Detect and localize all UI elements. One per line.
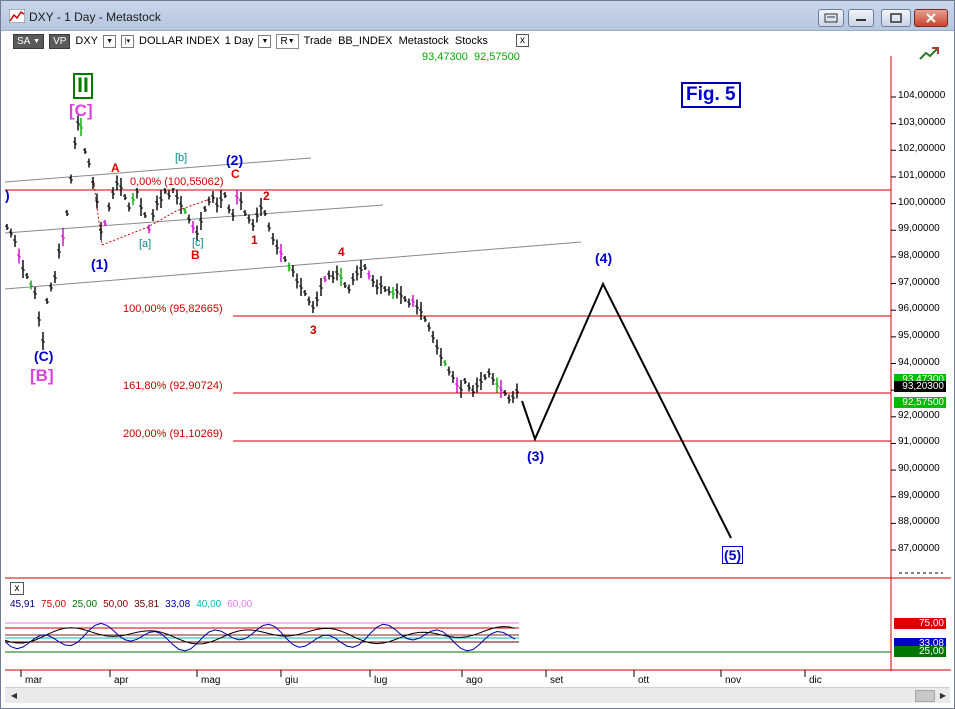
- price-tick-label: 101,00000: [898, 169, 946, 181]
- price-tick-label: 94,00000: [898, 356, 940, 368]
- scroll-right-icon[interactable]: ▶: [936, 690, 950, 702]
- wave-paren-c: (C): [34, 348, 54, 364]
- scroll-thumb[interactable]: [915, 690, 935, 702]
- price-tick-label: 89,00000: [898, 489, 940, 501]
- price-tick-label: 92,00000: [898, 409, 940, 421]
- wave-major-II: II: [73, 73, 93, 99]
- wave-5: (5): [722, 546, 744, 564]
- date-tick-label: mar: [25, 675, 43, 686]
- price-tick-label: 102,00000: [898, 143, 946, 155]
- wave-sub-b: B: [191, 248, 200, 262]
- wave-i1: 1: [251, 233, 258, 247]
- fibo-0: 0,00% (100,55062): [130, 176, 224, 188]
- wave-3: (3): [527, 448, 545, 464]
- scroll-left-icon[interactable]: ◀: [7, 690, 21, 702]
- price-tick-label: 97,00000: [898, 276, 940, 288]
- price-tick-label: 88,00000: [898, 516, 940, 528]
- indicator-value: 75,00: [41, 599, 67, 610]
- price-tick-label: 103,00000: [898, 116, 946, 128]
- date-tick-label: nov: [725, 675, 742, 686]
- date-tick-label: giu: [285, 675, 299, 686]
- wave-minor-a: [a]: [139, 238, 152, 250]
- date-tick-label: apr: [114, 675, 129, 686]
- indicator-values: 45,91 75,00 25,00 50,00 35,81 33,08 40,00 60,00: [10, 599, 258, 610]
- date-tick-label: dic: [809, 675, 822, 686]
- price-tick-label: 96,00000: [898, 303, 940, 315]
- indicator-tag: 25,00: [894, 646, 946, 657]
- price-tick-label: 95,00000: [898, 329, 940, 341]
- metastock-window: DXY - 1 Day - Metastock SA ▼ VP DXY ▼ |▾…: [0, 0, 955, 709]
- indicator-value: 35,81: [134, 599, 160, 610]
- wave-2: (2): [226, 152, 244, 168]
- indicator-value: 50,00: [103, 599, 129, 610]
- price-tick-label: 99,00000: [898, 223, 940, 235]
- wave-bracket-c: [C]: [69, 101, 93, 120]
- indicator-value: 25,00: [72, 599, 98, 610]
- date-tick-label: ott: [638, 675, 650, 686]
- wave-i3: 3: [310, 323, 317, 337]
- fibo-200: 200,00% (91,10269): [123, 428, 223, 440]
- date-tick-label: set: [550, 675, 564, 686]
- wave-bracket-b: [B]: [30, 366, 54, 385]
- wave-i2: 2: [263, 189, 270, 203]
- horizontal-scrollbar[interactable]: ◀ ▶: [5, 687, 950, 703]
- price-tick-label: 91,00000: [898, 436, 940, 448]
- wave-sub-c: C: [231, 167, 240, 181]
- indicator-value: 33,08: [165, 599, 191, 610]
- price-tag: 92,57500: [894, 397, 946, 408]
- wave-edge-label: ): [5, 187, 10, 203]
- price-tag: 93,20300: [894, 381, 946, 392]
- figure-label: Fig. 5: [681, 82, 741, 108]
- price-tick-label: 100,00000: [898, 196, 946, 208]
- indicator-value: 60,00: [227, 599, 253, 610]
- projection-path: [521, 281, 732, 539]
- indicator-close-button[interactable]: x: [10, 582, 24, 595]
- date-tick-label: mag: [201, 675, 221, 686]
- channel-mid: [4, 204, 384, 234]
- wave-minor-b: [b]: [175, 152, 188, 164]
- fibo-161: 161,80% (92,90724): [123, 380, 223, 392]
- fibo-100: 100,00% (95,82665): [123, 303, 223, 315]
- wave-4: (4): [595, 250, 613, 266]
- wave-i4: 4: [338, 245, 345, 259]
- wave-1: (1): [91, 256, 109, 272]
- date-tick-label: lug: [374, 675, 388, 686]
- wave-sub-a: A: [111, 161, 120, 175]
- indicator-value: 45,91: [10, 599, 36, 610]
- price-tick-label: 104,00000: [898, 90, 946, 101]
- wave-minor-c: [c]: [192, 237, 204, 249]
- date-tick-label: ago: [466, 675, 483, 686]
- price-tick-label: 90,00000: [898, 463, 940, 475]
- price-tick-label: 87,00000: [898, 543, 940, 555]
- indicator-value: 40,00: [196, 599, 222, 610]
- price-tick-label: 98,00000: [898, 249, 940, 261]
- indicator-tag: 75,00: [894, 618, 946, 629]
